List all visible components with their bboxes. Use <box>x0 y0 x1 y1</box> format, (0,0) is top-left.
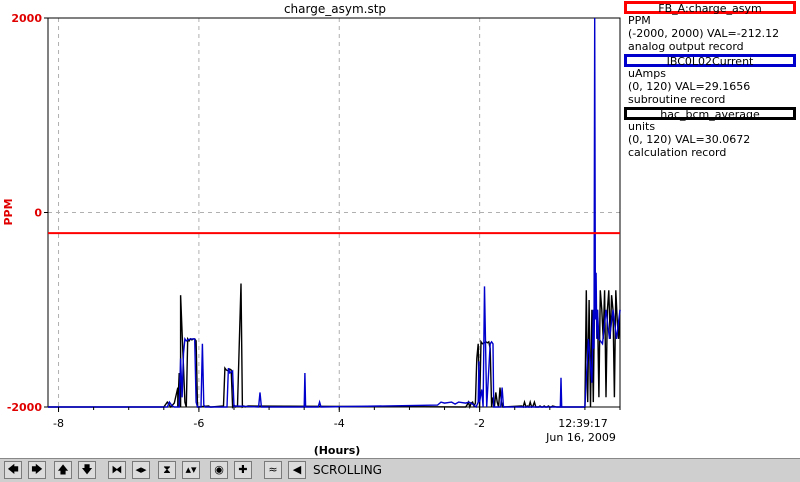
arrow-left-icon: 🡄 <box>7 463 19 476</box>
autoscale-button[interactable]: ≈ <box>264 461 282 479</box>
zoom-out-vertical-button[interactable]: ▴▾ <box>182 461 200 479</box>
scroll-status-label: SCROLLING <box>313 463 382 477</box>
series-line-1 <box>48 17 621 409</box>
legend-channel-1[interactable]: IBC0L02Current <box>624 54 796 67</box>
zoom-in-horizontal-button[interactable]: ⧓ <box>108 461 126 479</box>
x-tick-label: -4 <box>334 417 345 430</box>
chart-title: charge_asym.stp <box>284 2 386 16</box>
arrow-up-icon: 🡅 <box>57 463 69 476</box>
crosshair-button[interactable]: ✚ <box>234 461 252 479</box>
legend-record-type: calculation record <box>628 146 727 159</box>
arrow-right-icon: 🡆 <box>31 463 43 476</box>
arrow-left-button[interactable]: 🡄 <box>4 461 22 479</box>
y-tick-label: -2000 <box>7 401 43 414</box>
end-date-label: Jun 16, 2009 <box>545 431 616 444</box>
y-axis-label: PPM <box>2 198 15 225</box>
legend-channel-0[interactable]: FB_A:charge_asym <box>624 1 796 14</box>
legend-panel: FB_A:charge_asym PPM (-2000, 2000) VAL=-21… <box>622 0 800 159</box>
legend-channel-2[interactable]: hac_bcm_average <box>624 107 796 120</box>
x-tick-label: -2 <box>474 417 485 430</box>
center-icon: ◉ <box>214 463 224 476</box>
x-tick-label: -8 <box>53 417 64 430</box>
zoom-in-vertical-icon: ⧗ <box>163 463 171 476</box>
center-button[interactable]: ◉ <box>210 461 228 479</box>
zoom-out-horizontal-button[interactable]: ◂▸ <box>132 461 150 479</box>
zoom-out-vertical-icon: ▴▾ <box>185 463 197 476</box>
legend-units: units <box>628 120 656 133</box>
toolbar: SCROLLING 🡄 🡆 🡅 🡇 ⧓ ◂▸ ⧗ ▴▾ ◉ ✚ ≈ ◀ <box>0 458 800 482</box>
legend-record-type: analog output record <box>628 40 744 53</box>
x-tick-label: -6 <box>193 417 204 430</box>
y-tick-label: 0 <box>34 207 42 220</box>
legend-range-val: (0, 120) VAL=30.0672 <box>628 133 751 146</box>
arrow-down-icon: 🡇 <box>81 463 93 476</box>
plot-frame <box>47 17 621 408</box>
zoom-in-horizontal-icon: ⧓ <box>111 463 123 476</box>
zoom-in-vertical-button[interactable]: ⧗ <box>158 461 176 479</box>
crosshair-icon: ✚ <box>238 463 248 476</box>
legend-units: uAmps <box>628 67 666 80</box>
arrow-right-button[interactable]: 🡆 <box>28 461 46 479</box>
zoom-out-horizontal-icon: ◂▸ <box>135 463 147 476</box>
legend-range-val: (0, 120) VAL=29.1656 <box>628 80 751 93</box>
x-axis-label: (Hours) <box>314 444 361 457</box>
scroll-left-button[interactable]: ◀ <box>288 461 306 479</box>
autoscale-icon: ≈ <box>268 463 278 476</box>
legend-range-val: (-2000, 2000) VAL=-212.12 <box>628 27 780 40</box>
arrow-up-button[interactable]: 🡅 <box>54 461 72 479</box>
end-time-label: 12:39:17 <box>558 417 607 430</box>
legend-record-type: subroutine record <box>628 93 726 106</box>
y-tick-label: 2000 <box>11 12 42 25</box>
arrow-down-button[interactable]: 🡇 <box>78 461 96 479</box>
scroll-left-icon: ◀ <box>292 463 302 476</box>
series-line-0 <box>48 283 621 410</box>
legend-units: PPM <box>628 14 651 27</box>
